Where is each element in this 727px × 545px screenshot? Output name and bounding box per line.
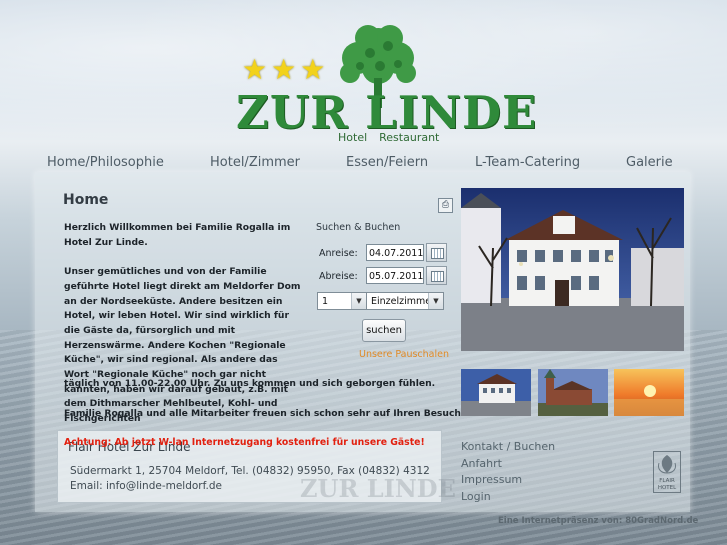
hotel-stars: ★ ★ ★	[242, 56, 325, 84]
star-icon: ★	[242, 53, 268, 86]
intro-paragraph-2: Unser gemütliches und von der Familie ge…	[64, 266, 301, 425]
link-impressum[interactable]: Impressum	[461, 473, 522, 486]
link-anfahrt[interactable]: Anfahrt	[461, 457, 502, 470]
address-street: Südermarkt 1, 25704 Meldorf, Tel. (04832…	[70, 465, 430, 477]
arrival-date-field[interactable]: 04.07.2011	[366, 244, 424, 261]
print-icon[interactable]: ⎙	[438, 198, 453, 213]
logo-sub-hotel: Hotel	[338, 131, 368, 144]
nav-hotel-zimmer[interactable]: Hotel/Zimmer	[210, 155, 300, 170]
flair-hotel-logo[interactable]: FLAIR HOTEL	[653, 451, 681, 493]
chevron-down-icon: ▼	[428, 293, 443, 309]
calendar-icon[interactable]	[426, 266, 447, 285]
svg-text:FLAIR: FLAIR	[659, 478, 675, 484]
link-kontakt-buchen[interactable]: Kontakt / Buchen	[461, 440, 555, 453]
intro-paragraph-1: Herzlich Willkommen bei Familie Rogalla …	[64, 222, 291, 248]
greeting-text: Familie Rogalla und alle Mitarbeiter fre…	[64, 408, 465, 419]
room-type-select[interactable]: Einzelzimme ▼	[366, 292, 444, 310]
intro-continuation: täglich von 11.00-22.00 Uhr. Zu uns komm…	[64, 378, 436, 389]
logo-subtitle: Hotel Restaurant	[338, 131, 451, 144]
site-logo-title[interactable]: ZUR LINDE	[236, 90, 537, 135]
address-watermark: ZUR LINDE	[300, 474, 456, 503]
svg-text:HOTEL: HOTEL	[658, 485, 677, 491]
star-icon: ★	[271, 53, 297, 86]
star-icon: ★	[300, 53, 326, 86]
booking-title: Suchen & Buchen	[316, 222, 401, 233]
nav-essen-feiern[interactable]: Essen/Feiern	[346, 155, 428, 170]
footer-credit[interactable]: Eine Internetpräsenz von: 80GradNord.de	[498, 516, 698, 526]
room-type-value: Einzelzimme	[371, 296, 432, 307]
calendar-icon[interactable]	[426, 243, 447, 262]
nav-galerie[interactable]: Galerie	[626, 155, 673, 170]
room-count-select[interactable]: 1 ▼	[317, 292, 367, 310]
thumbnail-hotel[interactable]	[461, 369, 531, 416]
search-button[interactable]: suchen	[362, 319, 406, 342]
packages-link[interactable]: Unsere Pauschalen	[359, 349, 449, 360]
link-login[interactable]: Login	[461, 490, 491, 503]
thumbnail-church[interactable]	[538, 369, 608, 416]
departure-date-field[interactable]: 05.07.2011	[366, 267, 424, 284]
arrival-label: Anreise:	[319, 248, 358, 259]
room-count-value: 1	[322, 296, 329, 307]
page-title: Home	[63, 192, 109, 208]
departure-label: Abreise:	[319, 271, 358, 282]
address-email[interactable]: Email: info@linde-meldorf.de	[70, 480, 222, 492]
thumbnail-sunset[interactable]	[614, 369, 684, 416]
chevron-down-icon: ▼	[351, 293, 366, 309]
wifi-notice: Achtung: Ab jetzt W-lan Internetzugang k…	[64, 437, 425, 448]
nav-home-philosophie[interactable]: Home/Philosophie	[47, 155, 164, 170]
hotel-photo[interactable]	[461, 188, 684, 351]
logo-sub-restaurant: Restaurant	[379, 131, 440, 144]
nav-l-team-catering[interactable]: L-Team-Catering	[475, 155, 580, 170]
